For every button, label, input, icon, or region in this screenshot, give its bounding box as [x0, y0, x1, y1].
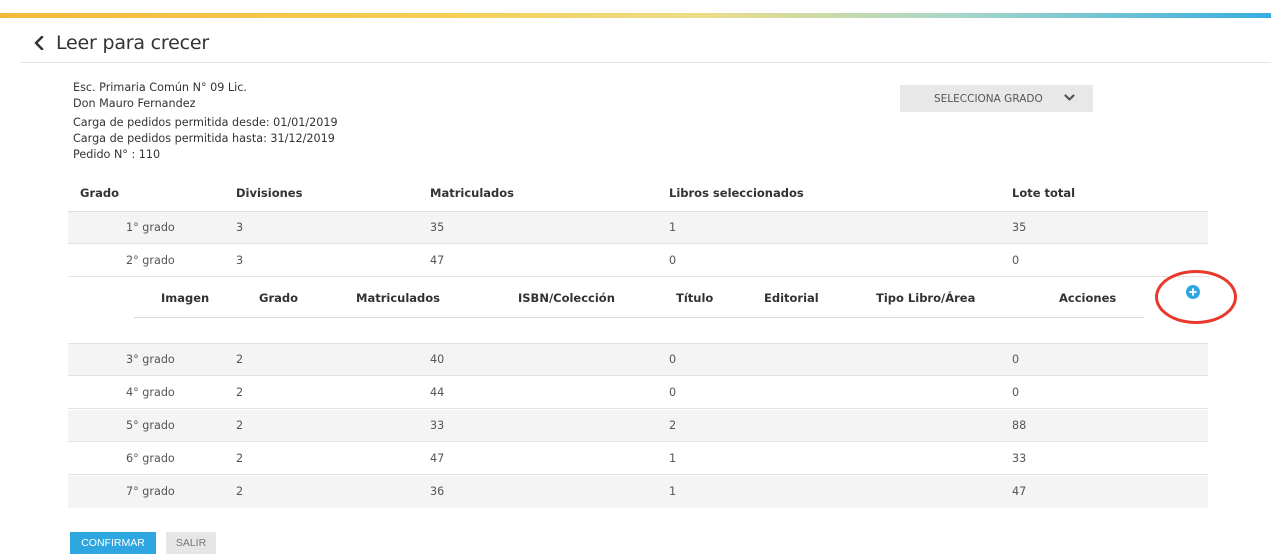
add-book-button[interactable] — [1186, 285, 1200, 299]
allowed-until: Carga de pedidos permitida hasta: 31/12/… — [73, 132, 335, 145]
order-number: Pedido N° : 110 — [73, 148, 161, 161]
top-color-bar — [0, 13, 1271, 18]
cell-divisiones: 2 — [236, 353, 244, 366]
subcol-editorial: Editorial — [764, 291, 819, 305]
table-row[interactable]: 4° grado 2 44 0 0 — [68, 377, 1208, 409]
cell-divisiones: 2 — [236, 419, 244, 432]
subcol-imagen: Imagen — [161, 291, 210, 305]
col-grado: Grado — [80, 186, 120, 200]
cell-lote: 0 — [1012, 386, 1020, 399]
cell-matriculados: 35 — [430, 221, 445, 234]
table-row[interactable]: 5° grado 2 33 2 88 — [68, 410, 1208, 442]
table-row[interactable]: 7° grado 2 36 1 47 — [68, 476, 1208, 508]
school-name-line2: Don Mauro Fernandez — [73, 97, 196, 110]
allowed-from: Carga de pedidos permitida desde: 01/01/… — [73, 116, 338, 129]
table-row[interactable]: 1° grado 3 35 1 35 — [68, 212, 1208, 244]
cell-grado: 2° grado — [126, 254, 175, 267]
plus-icon — [1189, 288, 1197, 296]
table-row[interactable]: 2° grado 3 47 0 0 — [68, 245, 1208, 277]
back-chevron-icon[interactable] — [28, 28, 50, 58]
subcol-grado: Grado — [259, 291, 299, 305]
school-name-line1: Esc. Primaria Común N° 09 Lic. — [73, 81, 247, 94]
cell-libros: 1 — [669, 452, 677, 465]
expanded-book-subtable: Imagen Grado Matriculados ISBN/Colección… — [68, 277, 1208, 344]
cell-libros: 0 — [669, 254, 677, 267]
col-libros-seleccionados: Libros seleccionados — [669, 186, 804, 200]
subcol-acciones: Acciones — [1059, 291, 1117, 305]
chevron-down-icon — [1064, 93, 1075, 105]
table-header: Grado Divisiones Matriculados Libros sel… — [68, 186, 1208, 210]
cell-divisiones: 3 — [236, 254, 244, 267]
page-title: Leer para crecer — [56, 32, 209, 54]
cell-matriculados: 47 — [430, 452, 445, 465]
confirm-button[interactable]: CONFIRMAR — [70, 532, 156, 554]
subcol-tipo-libro-area: Tipo Libro/Área — [876, 291, 976, 305]
cell-libros: 0 — [669, 353, 677, 366]
table-row[interactable]: 6° grado 2 47 1 33 — [68, 443, 1208, 475]
cell-grado: 5° grado — [126, 419, 175, 432]
table-row[interactable]: 3° grado 2 40 0 0 — [68, 344, 1208, 376]
cell-divisiones: 3 — [236, 221, 244, 234]
cell-lote: 0 — [1012, 254, 1020, 267]
cell-libros: 0 — [669, 386, 677, 399]
cell-matriculados: 40 — [430, 353, 445, 366]
cell-divisiones: 2 — [236, 485, 244, 498]
cell-divisiones: 2 — [236, 452, 244, 465]
cell-matriculados: 44 — [430, 386, 445, 399]
grade-select-label: SELECCIONA GRADO — [934, 92, 1043, 105]
grade-select[interactable]: SELECCIONA GRADO — [900, 85, 1093, 112]
subcol-matriculados: Matriculados — [356, 291, 440, 305]
cell-lote: 33 — [1012, 452, 1027, 465]
cell-lote: 47 — [1012, 485, 1027, 498]
cell-grado: 1° grado — [126, 221, 175, 234]
school-info: Esc. Primaria Común N° 09 Lic. Don Mauro… — [73, 80, 338, 163]
cell-libros: 1 — [669, 485, 677, 498]
cell-libros: 1 — [669, 221, 677, 234]
col-divisiones: Divisiones — [236, 186, 303, 200]
cell-matriculados: 47 — [430, 254, 445, 267]
cell-lote: 35 — [1012, 221, 1027, 234]
subcol-isbn-coleccion: ISBN/Colección — [518, 291, 615, 305]
col-matriculados: Matriculados — [430, 186, 514, 200]
cell-lote: 88 — [1012, 419, 1027, 432]
cell-grado: 4° grado — [126, 386, 175, 399]
cell-grado: 6° grado — [126, 452, 175, 465]
cell-matriculados: 33 — [430, 419, 445, 432]
cell-grado: 7° grado — [126, 485, 175, 498]
cell-lote: 0 — [1012, 353, 1020, 366]
cell-libros: 2 — [669, 419, 677, 432]
cell-grado: 3° grado — [126, 353, 175, 366]
page-header: Leer para crecer — [28, 28, 209, 58]
subtable-header: Imagen Grado Matriculados ISBN/Colección… — [134, 277, 1144, 318]
col-lote-total: Lote total — [1012, 186, 1076, 200]
cell-matriculados: 36 — [430, 485, 445, 498]
exit-button[interactable]: SALIR — [166, 532, 216, 554]
subcol-titulo: Título — [676, 291, 714, 305]
cell-divisiones: 2 — [236, 386, 244, 399]
header-divider — [20, 62, 1271, 63]
